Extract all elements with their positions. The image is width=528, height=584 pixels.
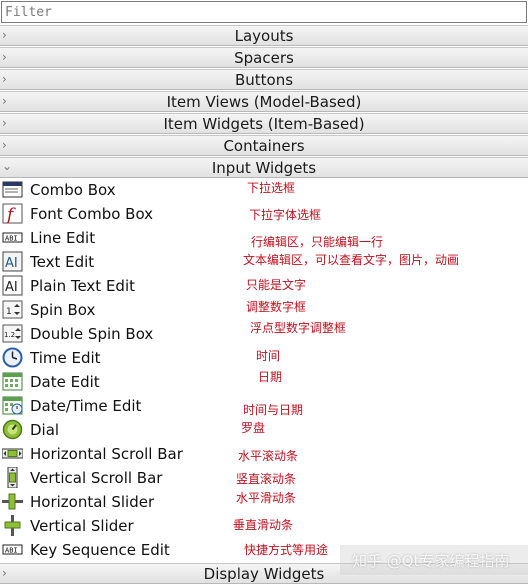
line-edit-icon: ABI	[2, 232, 23, 243]
item-label: Vertical Scroll Bar	[30, 469, 163, 487]
category-spacers[interactable]: › Spacers	[0, 47, 528, 68]
category-buttons[interactable]: › Buttons	[0, 69, 528, 90]
svg-text:ABI: ABI	[5, 235, 18, 243]
dial-icon	[2, 419, 23, 440]
filter-input[interactable]	[2, 2, 526, 22]
svg-text:1.2: 1.2	[4, 331, 15, 339]
item-label: Date Edit	[30, 373, 100, 391]
category-item-views[interactable]: › Item Views (Model-Based)	[0, 91, 528, 112]
annotation-note: 下拉字体选框	[249, 208, 322, 222]
category-label: Buttons	[234, 71, 294, 89]
category-containers[interactable]: › Containers	[0, 135, 528, 156]
item-label: Spin Box	[30, 301, 96, 319]
item-label: Date/Time Edit	[30, 397, 142, 415]
svg-text:ABI: ABI	[5, 547, 18, 555]
category-layouts[interactable]: › Layouts	[0, 25, 528, 46]
horizontal-scrollbar-icon	[2, 448, 23, 459]
annotation-note: 竖直滚动条	[236, 472, 297, 486]
category-label: Containers	[223, 137, 305, 155]
clock-icon	[2, 347, 23, 368]
category-label: Layouts	[234, 27, 294, 45]
item-label: Text Edit	[30, 253, 95, 271]
calendar-clock-icon	[2, 396, 23, 415]
category-item-widgets[interactable]: › Item Widgets (Item-Based)	[0, 113, 528, 134]
item-label: Plain Text Edit	[30, 277, 135, 295]
svg-text:1: 1	[6, 307, 12, 317]
annotation-note: 浮点型数字调整框	[250, 321, 347, 335]
svg-text:AI: AI	[5, 280, 18, 295]
item-label: Vertical Slider	[30, 517, 134, 535]
plain-text-edit-icon: AI	[2, 275, 23, 296]
vertical-slider-icon	[4, 515, 21, 536]
category-label: Input Widgets	[211, 159, 317, 177]
annotation-note: 快捷方式等用途	[244, 543, 329, 557]
double-spin-box-icon: 1.2	[2, 324, 23, 343]
category-label: Item Widgets (Item-Based)	[163, 115, 365, 133]
calendar-icon	[2, 372, 23, 391]
category-input-widgets[interactable]: ⌄ Input Widgets	[0, 157, 528, 178]
annotation-note: 水平滑动条	[236, 491, 297, 505]
item-label: Dial	[30, 421, 60, 439]
annotation-note: 时间	[256, 349, 281, 363]
item-label: Time Edit	[30, 349, 101, 367]
item-label: Font Combo Box	[30, 205, 154, 223]
annotation-note: 罗盘	[241, 421, 266, 435]
annotation-note: 水平滚动条	[238, 449, 299, 463]
category-label: Spacers	[234, 49, 294, 67]
annotation-note: 只能是文字	[246, 278, 307, 292]
svg-text:AI: AI	[5, 256, 18, 271]
annotation-note: 下拉选框	[247, 181, 296, 195]
filter-box[interactable]	[1, 1, 527, 23]
annotation-note: 调整数字框	[246, 300, 307, 314]
annotation-note: 日期	[258, 370, 283, 384]
spin-box-icon: 1	[2, 300, 23, 319]
text-edit-icon: AI	[2, 251, 23, 272]
item-label: Line Edit	[30, 229, 96, 247]
annotation-note: 时间与日期	[243, 403, 304, 417]
category-label: Item Views (Model-Based)	[166, 93, 362, 111]
item-label: Combo Box	[30, 181, 116, 199]
watermark-text: 知乎 @Qt专家编程指南	[352, 552, 510, 570]
item-label: Key Sequence Edit	[30, 541, 170, 559]
annotation-note: 文本编辑区，可以查看文字，图片，动画	[243, 253, 460, 267]
vertical-scrollbar-icon	[7, 467, 18, 488]
key-sequence-icon: ABI	[2, 544, 23, 555]
annotation-note: 垂直滑动条	[233, 518, 294, 532]
item-label: Horizontal Slider	[30, 493, 155, 511]
font-combo-box-icon: f	[2, 203, 23, 224]
annotation-note: 行编辑区，只能编辑一行	[251, 235, 384, 249]
combo-box-icon	[2, 181, 23, 198]
item-label: Double Spin Box	[30, 325, 154, 343]
item-label: Horizontal Scroll Bar	[30, 445, 183, 463]
horizontal-slider-icon	[2, 493, 23, 510]
